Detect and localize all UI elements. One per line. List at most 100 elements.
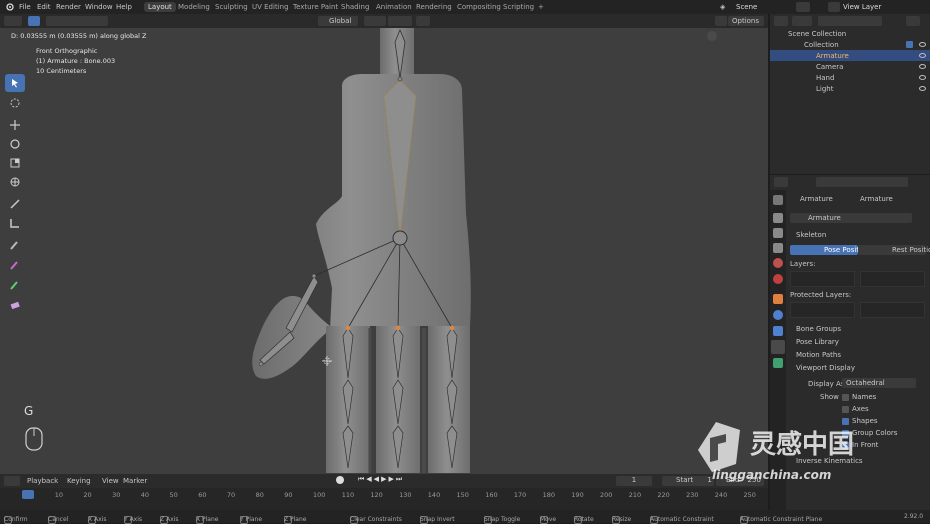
properties-search-input[interactable] [816,177,908,187]
scene-browse-button[interactable] [796,2,810,12]
blender-logo-icon[interactable] [4,2,15,12]
playback-controls[interactable]: ⏮◀◀▶▶⏭ [358,475,408,485]
rest-position-button[interactable]: Rest Position [858,245,930,255]
display-as-dropdown[interactable]: Octahedral [842,378,916,388]
panel-bone-groups[interactable]: Bone Groups [796,325,841,333]
3d-viewport[interactable]: D: 0.03555 m (0.03555 m) along global Z … [0,28,768,474]
panel-skeleton[interactable]: Skeleton [796,231,826,239]
render-tab-icon[interactable] [773,213,783,223]
bone-joint-selected[interactable] [392,230,408,246]
eye-icon[interactable] [919,53,926,58]
orientation-dropdown[interactable]: Global [318,16,358,26]
timeline-editor-type[interactable] [4,476,20,486]
output-tab-icon[interactable] [773,228,783,238]
scale-tool-icon[interactable] [5,154,25,172]
outliner-item-light[interactable]: Light [816,85,833,93]
outliner-item-hand[interactable]: Hand [816,74,834,82]
pose-position-button[interactable]: Pose Position [790,245,870,255]
tab-texture-paint[interactable]: Texture Paint [293,3,338,11]
menu-view[interactable]: View [102,477,119,485]
select-box-modes[interactable] [46,16,108,26]
cursor-tool-icon[interactable] [5,94,25,112]
axes-checkbox[interactable] [842,406,849,413]
layers-grid-left[interactable] [790,271,855,287]
physics-tab-icon[interactable] [773,310,783,320]
tab-shading[interactable]: Shading [341,3,369,11]
bone-tab-icon[interactable] [773,358,783,368]
record-button[interactable] [336,476,344,484]
constraints-tab-icon[interactable] [773,326,783,336]
tab-layout[interactable]: Layout [144,2,176,12]
transform-tool-icon[interactable] [5,173,25,191]
menu-render[interactable]: Render [56,3,81,11]
world-tab-icon[interactable] [773,274,783,284]
panel-viewport-display[interactable]: Viewport Display [796,364,855,372]
scene-name[interactable]: Scene [736,3,757,11]
tab-modeling[interactable]: Modeling [178,3,210,11]
move-tool-icon[interactable] [5,116,25,134]
view-layer-tab-icon[interactable] [773,243,783,253]
options-dropdown[interactable]: Options [728,16,764,26]
tab-scripting[interactable]: Scripting [503,3,534,11]
rotate-tool-icon[interactable] [5,135,25,153]
pose-brush-tool-icon[interactable] [5,236,25,254]
snap-toggle[interactable] [388,16,412,26]
view-layer-name[interactable]: View Layer [843,3,881,11]
pose-relax-tool-icon[interactable] [5,256,25,274]
outliner-collection[interactable]: Collection [804,41,839,49]
outliner-scene-collection[interactable]: Scene Collection [788,30,846,38]
menu-marker[interactable]: Marker [123,477,147,485]
eye-icon[interactable] [919,86,926,91]
menu-playback[interactable]: Playback [27,477,58,485]
properties-editor-type[interactable] [774,177,788,187]
eye-icon[interactable] [919,75,926,80]
timeline-scrubber[interactable]: 1102030405060708090100110120130140150160… [0,488,768,510]
eye-icon[interactable] [919,42,926,47]
outliner-editor-type[interactable] [774,16,788,26]
tool-tab-icon[interactable] [773,195,783,205]
tab-animation[interactable]: Animation [376,3,412,11]
menu-window[interactable]: Window [85,3,113,11]
armature-data-tab-icon[interactable] [771,340,785,354]
tab-uv-editing[interactable]: UV Editing [252,3,289,11]
pose-push-tool-icon[interactable] [5,276,25,294]
scene-tab-icon[interactable] [773,258,783,268]
pose-breakdown-tool-icon[interactable] [5,296,25,314]
menu-edit[interactable]: Edit [37,3,51,11]
current-frame-field[interactable]: 1 [616,476,652,486]
tab-rendering[interactable]: Rendering [416,3,452,11]
panel-pose-library[interactable]: Pose Library [796,338,839,346]
protected-layers-grid-right[interactable] [860,302,925,318]
tab-compositing[interactable]: Compositing [457,3,501,11]
outliner-search-input[interactable] [818,16,882,26]
menu-help[interactable]: Help [116,3,132,11]
playhead[interactable] [22,490,34,499]
menu-keying[interactable]: Keying [67,477,91,485]
layers-grid-right[interactable] [860,271,925,287]
select-tool-icon[interactable] [5,74,25,92]
view-layer-browse-button[interactable] [828,2,840,12]
panel-motion-paths[interactable]: Motion Paths [796,351,841,359]
outliner-filter-mode[interactable] [792,16,812,26]
menu-file[interactable]: File [19,3,31,11]
collection-checkbox[interactable] [906,41,913,48]
eye-icon[interactable] [919,64,926,69]
annotate-tool-icon[interactable] [5,195,25,213]
outliner-item-camera[interactable]: Camera [816,63,843,71]
outliner-filter-button[interactable] [906,16,920,26]
add-workspace-button[interactable]: + [538,3,544,11]
pivot-dropdown[interactable] [364,16,386,26]
protected-layers-grid-left[interactable] [790,302,855,318]
names-checkbox[interactable] [842,394,849,401]
proportional-edit-toggle[interactable] [416,16,430,26]
select-mode-button[interactable] [28,16,40,26]
outliner-item-armature[interactable]: Armature [816,52,849,60]
measure-tool-icon[interactable] [5,214,25,232]
hand-model[interactable] [0,28,768,474]
object-tab-icon[interactable] [773,294,783,304]
outliner-row-selected[interactable] [770,50,930,61]
tab-sculpting[interactable]: Sculpting [215,3,248,11]
armature-data-field[interactable]: Armature [790,213,912,223]
editor-type-button[interactable] [4,16,22,26]
overlay-button[interactable] [715,16,727,26]
